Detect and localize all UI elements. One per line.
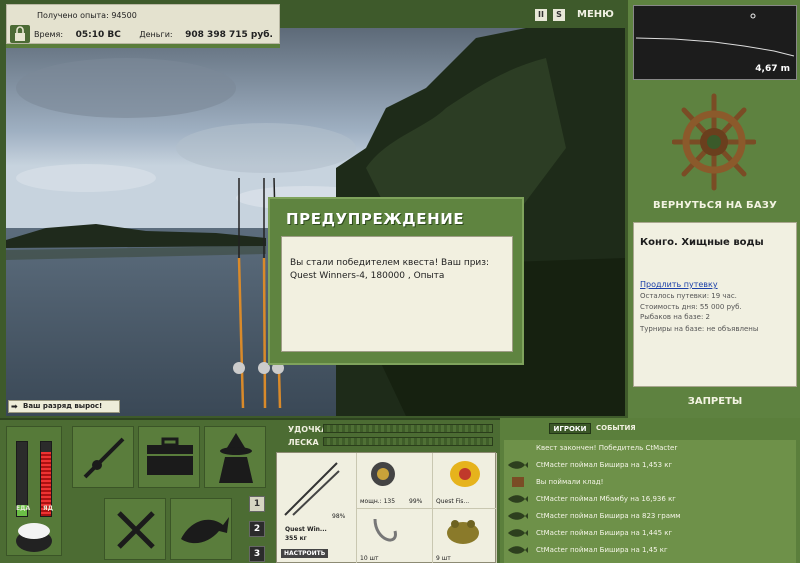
time-money-row: Время: 05:10 ВС Деньги: 908 398 715 руб. (34, 30, 273, 40)
experience-value: 94500 (111, 11, 137, 20)
right-panel: 4,67 m ВЕРНУТЬСЯ НА БАЗУ Конго. Хищные в… (626, 0, 800, 418)
list-item: CtMacter поймал Бишира на 1,453 кг (504, 457, 796, 473)
list-item: CtMacter поймал Бишира на 1,445 кг (504, 525, 796, 541)
hook-cell[interactable]: 10 шт (357, 509, 433, 563)
fish-icon (507, 460, 529, 470)
fish-icon (507, 494, 529, 504)
fish-icon (507, 511, 529, 521)
chest-icon (507, 477, 529, 487)
depth-value: 4,67 m (755, 64, 790, 74)
reel-percent: 99% (409, 498, 423, 505)
bans-button[interactable]: ЗАПРЕТЫ (628, 396, 800, 407)
tab-players[interactable]: ИГРОКИ (549, 423, 591, 434)
lock-icon[interactable] (10, 25, 30, 43)
setup-button[interactable]: НАСТРОИТЬ (281, 549, 329, 558)
depth-chart: 4,67 m (633, 5, 797, 80)
hotbar-button-1[interactable]: 1 (249, 496, 265, 512)
line-label: ЛЕСКА (288, 438, 319, 447)
lure-icon (450, 461, 480, 487)
hook-icon (373, 518, 397, 542)
hotbar-button-2[interactable]: 2 (249, 521, 265, 537)
fork-knife-icon (117, 511, 155, 549)
rod-icon (83, 437, 125, 479)
list-item: Вы поймали клад! (504, 474, 796, 490)
event-text: Квест закончен! Победитель CtMacter (536, 444, 678, 452)
trip-remaining: Осталось путевки: 19 час. (640, 292, 737, 300)
fish-icon (507, 545, 529, 555)
event-text: CtMacter поймал Бишира на 1,445 кг (536, 529, 673, 537)
reel-power: мощн.: 135 (360, 498, 396, 505)
money-value: 908 398 715 руб. (185, 30, 273, 40)
food-slot[interactable] (104, 498, 166, 560)
bait-cell[interactable]: 9 шт (433, 509, 497, 563)
menu-button[interactable]: МЕНЮ (577, 9, 614, 20)
list-item: CtMacter поймал Бишира на 823 грамм (504, 508, 796, 524)
reel-cell[interactable]: мощн.: 135 99% (357, 453, 433, 509)
reel-icon (371, 462, 395, 486)
event-text: CtMacter поймал Бишира на 1,453 кг (536, 461, 673, 469)
tackle-grid: 98% Quest Win... 355 кг НАСТРОИТЬ мощн.:… (276, 452, 497, 563)
info-divider (6, 44, 280, 48)
ship-wheel-icon[interactable] (671, 92, 757, 192)
list-item: CtMacter поймал Мбамбу на 16,936 кг (504, 491, 796, 507)
events-panel: ИГРОКИ СОБЫТИЯ Квест закончен! Победител… (500, 418, 800, 563)
player-info-panel: Получено опыта: 94500 Время: 05:10 ВС Де… (6, 4, 280, 44)
lure-name: Quest Fis... (436, 498, 470, 505)
hook-count: 10 шт (360, 555, 379, 562)
return-to-base-button[interactable]: ВЕРНУТЬСЯ НА БАЗУ (628, 200, 800, 211)
toast-text: Ваш разряд вырос! (23, 402, 103, 410)
rods-slot[interactable] (72, 426, 134, 488)
frog-icon (447, 520, 479, 544)
rod-weight: 355 кг (285, 535, 307, 542)
fisherman-slot[interactable] (204, 426, 266, 488)
rod-cell[interactable]: 98% Quest Win... 355 кг НАСТРОИТЬ (277, 453, 357, 563)
anglers-on-base: Рыбаков на базе: 2 (640, 313, 710, 321)
tackle-box-icon (147, 437, 193, 475)
fish-icon (181, 517, 229, 544)
day-cost: Стоимость дня: 55 000 руб. (640, 303, 742, 311)
events-list: Квест закончен! Победитель CtMacter CtMa… (504, 440, 796, 563)
poison-label: ЯД (43, 505, 53, 512)
speed-button[interactable]: S (553, 9, 565, 21)
tournaments-status: Турниры на базе: не объявлены (640, 325, 759, 333)
event-text: CtMacter поймал Бишира на 1,45 кг (536, 546, 668, 554)
rod-image-icon (284, 462, 340, 516)
rod-percent: 98% (332, 513, 346, 520)
fish-slot[interactable] (170, 498, 232, 560)
food-label: ЕДА (16, 505, 31, 512)
hotbar-button-3[interactable]: 3 (249, 546, 265, 562)
extend-trip-link[interactable]: Продлить путевку (640, 280, 718, 289)
experience-row: Получено опыта: 94500 (37, 11, 137, 20)
rod-strength-bar (323, 424, 493, 433)
event-text: CtMacter поймал Мбамбу на 16,936 кг (536, 495, 676, 503)
dialog-message: Вы стали победителем квеста! Ваш приз: Q… (281, 236, 513, 352)
experience-label: Получено опыта: (37, 11, 109, 20)
fisherman-icon (219, 433, 253, 483)
dialog-title: ПРЕДУПРЕЖДЕНИЕ (286, 210, 465, 228)
status-meters: ЕДА ЯД (6, 426, 62, 556)
bait-count: 9 шт (436, 555, 451, 562)
arrow-right-icon: ➡ (11, 402, 18, 411)
time-value: 05:10 ВС (75, 30, 121, 40)
rod-label: УДОЧКА (288, 425, 328, 434)
tackle-box-slot[interactable] (138, 426, 200, 488)
lure-cell[interactable]: Quest Fis... (433, 453, 497, 509)
line-strength-bar (323, 437, 493, 446)
rod-name: Quest Win... (285, 526, 327, 533)
rank-toast: ➡ Ваш разряд вырос! (8, 400, 120, 413)
list-item: CtMacter поймал Бишира на 1,45 кг (504, 542, 796, 558)
pause-button[interactable]: II (535, 9, 547, 21)
tab-events[interactable]: СОБЫТИЯ (596, 423, 656, 434)
location-info: Конго. Хищные воды Продлить путевку Оста… (633, 222, 797, 387)
fish-icon (507, 528, 529, 538)
time-label: Время: (34, 30, 64, 39)
money-label: Деньги: (139, 30, 173, 39)
game-screen: Получено опыта: 94500 Время: 05:10 ВС Де… (0, 0, 800, 563)
list-item: Квест закончен! Победитель CtMacter (504, 440, 796, 456)
warning-dialog[interactable]: ПРЕДУПРЕЖДЕНИЕ Вы стали победителем квес… (268, 197, 524, 365)
event-text: Вы поймали клад! (536, 478, 604, 486)
location-name: Конго. Хищные воды (640, 237, 764, 248)
event-text: CtMacter поймал Бишира на 823 грамм (536, 512, 681, 520)
cauldron-icon[interactable] (11, 519, 57, 553)
